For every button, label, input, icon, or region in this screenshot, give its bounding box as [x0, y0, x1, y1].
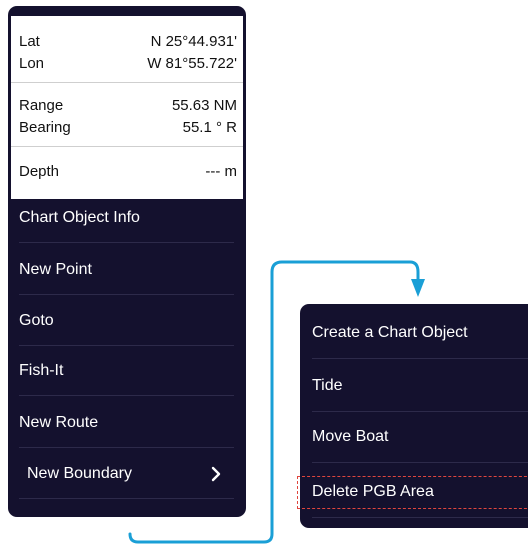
connector-arrow [128, 260, 425, 544]
